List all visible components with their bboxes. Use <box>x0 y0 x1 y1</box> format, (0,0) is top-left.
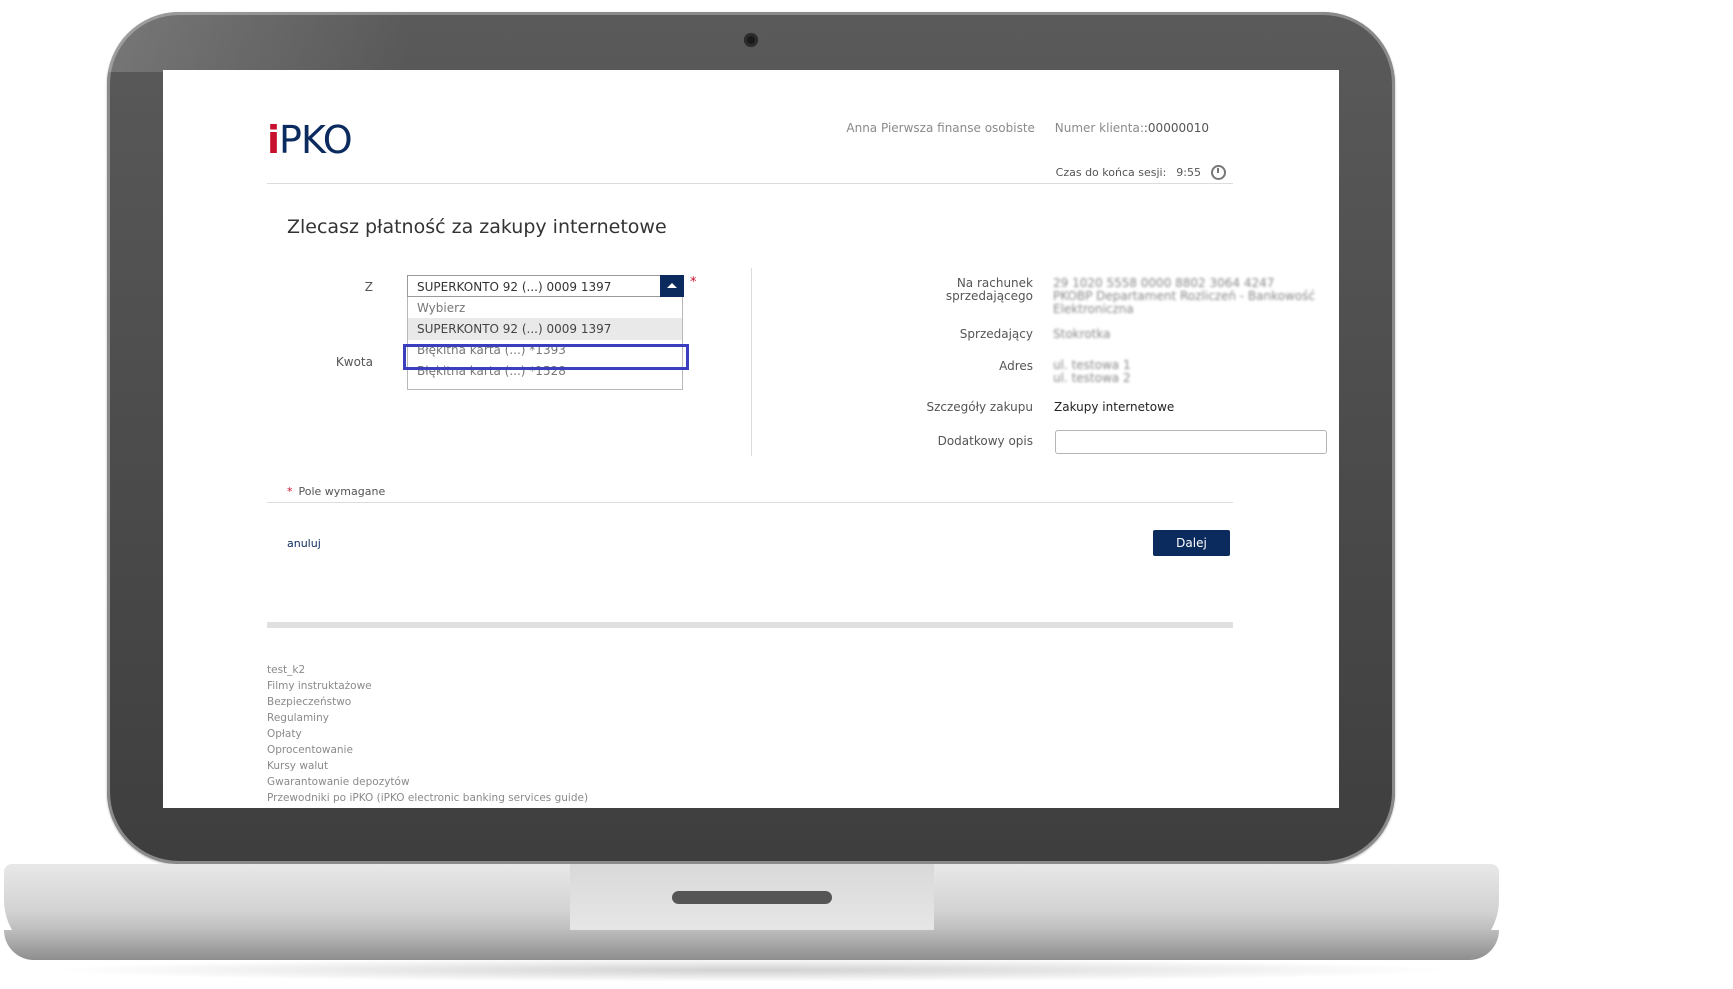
address-label: Adres <box>999 359 1033 373</box>
required-note: * Pole wymagane <box>287 485 385 498</box>
account-label-line2: sprzedającego <box>945 289 1033 303</box>
user-name: Anna Pierwsza finanse osobiste <box>846 121 1035 135</box>
ipko-logo[interactable]: iPKO <box>267 118 353 162</box>
timer-icon[interactable] <box>1211 165 1226 180</box>
screen: iPKO Anna Pierwsza finanse osobiste Nume… <box>163 70 1339 808</box>
from-label: Z <box>364 280 373 294</box>
session-time: 9:55 <box>1176 166 1201 179</box>
user-info: Anna Pierwsza finanse osobiste Numer kli… <box>830 121 1209 135</box>
account-value: 29 1020 5558 0000 8802 3064 4247 PKOBP D… <box>1053 277 1339 316</box>
required-note-text: Pole wymagane <box>298 485 386 498</box>
laptop-notch-bar <box>672 891 832 904</box>
address-line2: ul. testowa 2 <box>1053 371 1131 385</box>
client-label: Numer klienta: <box>1054 121 1144 135</box>
description-label: Dodatkowy opis <box>937 434 1033 448</box>
session-label: Czas do końca sesji: <box>1055 166 1167 179</box>
option-highlight <box>403 344 689 370</box>
account-label: Na rachunek sprzedającego <box>723 277 1033 303</box>
footer-link[interactable]: test_k2 <box>267 662 588 678</box>
footer-link[interactable]: Gwarantowanie depozytów <box>267 774 588 790</box>
purchase-value: Zakupy internetowe <box>1054 400 1175 414</box>
logo-text: PKO <box>279 118 353 162</box>
laptop-shadow <box>40 958 1460 982</box>
required-note-star: * <box>287 485 293 498</box>
footer-link[interactable]: Filmy instruktażowe <box>267 678 588 694</box>
footer-link[interactable]: Przewodniki po iPKO (iPKO electronic ban… <box>267 790 588 806</box>
footer-link[interactable]: Kursy walut <box>267 758 588 774</box>
required-star: * <box>690 275 697 290</box>
address-value: ul. testowa 1 ul. testowa 2 <box>1053 359 1131 385</box>
lid-gloss <box>107 12 407 72</box>
purchase-label: Szczegóły zakupu <box>926 400 1033 414</box>
laptop-base-lip <box>4 930 1499 960</box>
dropdown-option[interactable]: SUPERKONTO 92 (...) 0009 1397 <box>408 318 682 340</box>
cancel-link[interactable]: anuluj <box>287 537 321 550</box>
dropdown-option[interactable]: Wybierz <box>408 297 682 319</box>
page-title: Zlecasz płatność za zakupy internetowe <box>287 216 667 238</box>
footer-link[interactable]: Opłaty <box>267 726 588 742</box>
chevron-up-icon[interactable] <box>660 275 684 297</box>
description-input[interactable] <box>1055 430 1327 454</box>
session-timer: Czas do końca sesji: 9:55 <box>1056 165 1226 180</box>
footer-link[interactable]: Oprocentowanie <box>267 742 588 758</box>
account-select[interactable]: SUPERKONTO 92 (...) 0009 1397 <box>407 275 683 297</box>
footer-divider <box>267 622 1233 628</box>
form-divider <box>267 502 1233 503</box>
footer-link[interactable]: Regulaminy <box>267 710 588 726</box>
header-divider <box>267 183 1233 184</box>
footer-link[interactable]: Bezpieczeństwo <box>267 694 588 710</box>
client-number: :00000010 <box>1143 121 1209 135</box>
camera-icon <box>744 33 758 47</box>
account-bank: PKOBP Departament Rozliczeń - Bankowość … <box>1053 289 1315 316</box>
seller-value: Stokrotka <box>1053 327 1111 341</box>
seller-label: Sprzedający <box>959 327 1033 341</box>
next-button[interactable]: Dalej <box>1153 530 1230 556</box>
amount-label: Kwota <box>335 355 373 369</box>
logo-i: i <box>267 118 280 162</box>
footer-links: test_k2 Filmy instruktażowe Bezpieczeńst… <box>267 662 588 806</box>
